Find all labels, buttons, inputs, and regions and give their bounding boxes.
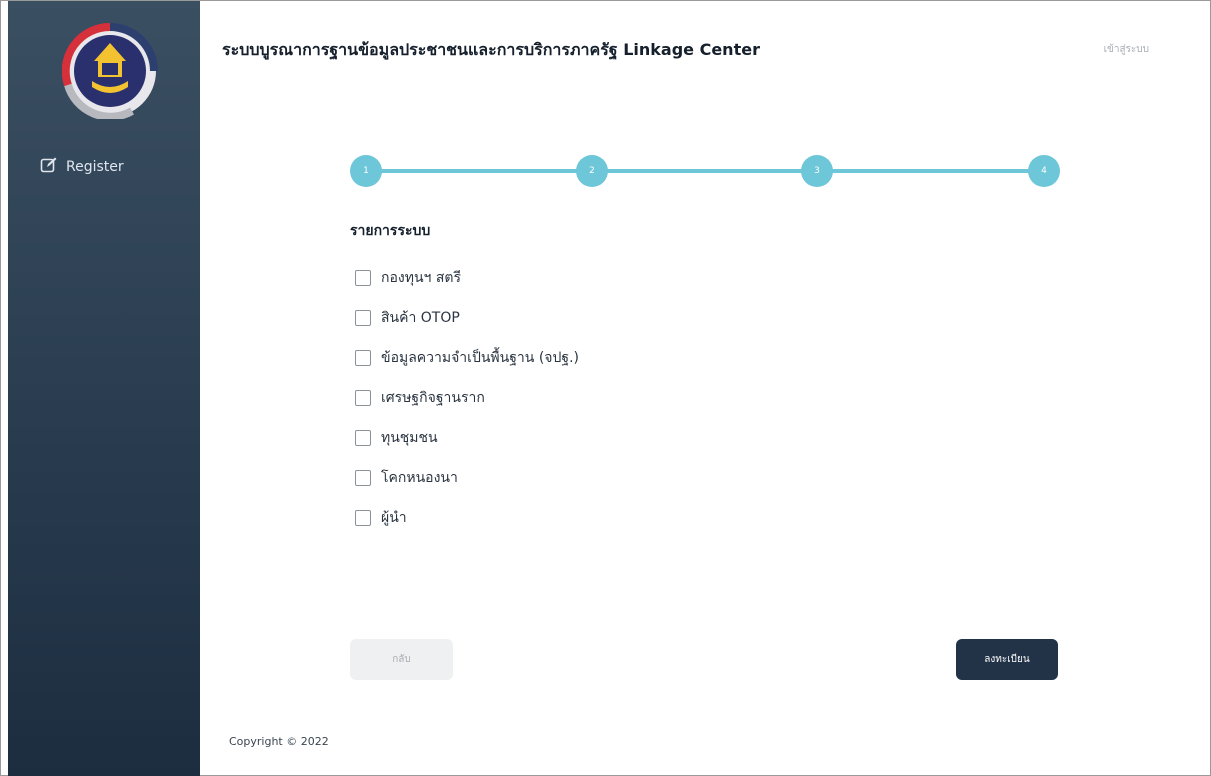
system-options-list: กองทุนฯ สตรี สินค้า OTOP ข้อมูลความจำเป็…: [355, 266, 579, 546]
option-khok-nong-na[interactable]: โคกหนองนา: [355, 466, 579, 490]
checkbox[interactable]: [355, 390, 371, 406]
option-basic-needs-data[interactable]: ข้อมูลความจำเป็นพื้นฐาน (จปฐ.): [355, 346, 579, 370]
stepper-line: [364, 169, 1046, 173]
checkbox[interactable]: [355, 310, 371, 326]
copyright-text: Copyright © 2022: [229, 735, 329, 748]
sidebar: Register: [8, 1, 200, 776]
checkbox[interactable]: [355, 430, 371, 446]
step-4: 4: [1028, 155, 1060, 187]
option-label: สินค้า OTOP: [381, 310, 460, 326]
section-title: รายการระบบ: [350, 223, 431, 239]
option-label: โคกหนองนา: [381, 470, 458, 486]
page-title: ระบบบูรณาการฐานข้อมูลประชาชนและการบริการ…: [222, 40, 760, 59]
checkbox[interactable]: [355, 510, 371, 526]
checkbox[interactable]: [355, 270, 371, 286]
progress-stepper: 1 2 3 4: [350, 155, 1060, 187]
option-leaders[interactable]: ผู้นำ: [355, 506, 579, 530]
checkbox[interactable]: [355, 350, 371, 366]
checkbox[interactable]: [355, 470, 371, 486]
step-3: 3: [801, 155, 833, 187]
step-2: 2: [576, 155, 608, 187]
option-label: ข้อมูลความจำเป็นพื้นฐาน (จปฐ.): [381, 350, 580, 366]
sidebar-item-label: Register: [66, 159, 124, 175]
edit-icon: [40, 156, 58, 178]
step-1: 1: [350, 155, 382, 187]
department-emblem-logo: [61, 22, 158, 121]
option-label: เศรษฐกิจฐานราก: [381, 390, 485, 406]
back-button[interactable]: กลับ: [350, 639, 453, 680]
option-grassroots-economy[interactable]: เศรษฐกิจฐานราก: [355, 386, 579, 410]
option-label: กองทุนฯ สตรี: [381, 270, 461, 286]
register-button[interactable]: ลงทะเบียน: [956, 639, 1058, 680]
option-otop[interactable]: สินค้า OTOP: [355, 306, 579, 330]
option-community-capital[interactable]: ทุนชุมชน: [355, 426, 579, 450]
login-link[interactable]: เข้าสู่ระบบ: [1104, 42, 1149, 57]
option-women-fund[interactable]: กองทุนฯ สตรี: [355, 266, 579, 290]
option-label: ทุนชุมชน: [381, 430, 438, 446]
sidebar-item-register[interactable]: Register: [40, 155, 124, 179]
option-label: ผู้นำ: [381, 510, 407, 526]
